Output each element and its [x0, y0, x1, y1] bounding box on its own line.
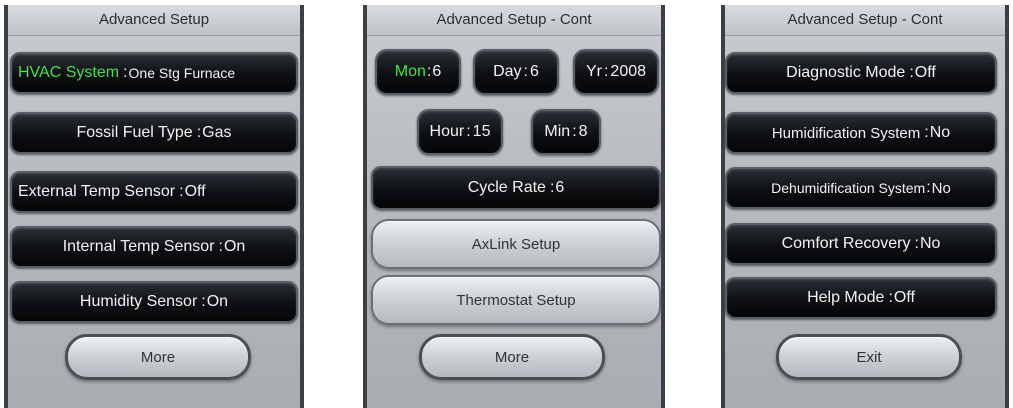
comfort-recovery-value: No	[919, 235, 941, 252]
day-field[interactable]: Day : 6	[473, 49, 559, 95]
cycle-rate-row[interactable]: Cycle Rate : 6	[371, 166, 661, 210]
separator: :	[572, 123, 577, 140]
diagnostic-mode-value: Off	[914, 64, 936, 81]
minute-field[interactable]: Min : 8	[531, 109, 601, 155]
fossil-fuel-type-value: Gas	[202, 124, 232, 141]
cycle-rate-label: Cycle Rate	[467, 179, 546, 196]
minute-label: Min	[544, 123, 571, 140]
fossil-fuel-type-row[interactable]: Fossil Fuel Type : Gas	[10, 112, 298, 154]
month-field[interactable]: Mon : 6	[375, 49, 461, 95]
humidification-system-row[interactable]: Humidification System : No	[725, 112, 997, 154]
hvac-system-label: HVAC System	[18, 64, 120, 81]
axlink-setup-button[interactable]: AxLink Setup	[371, 219, 661, 269]
external-temp-sensor-label: External Temp Sensor	[18, 183, 176, 200]
humidity-sensor-row[interactable]: Humidity Sensor : On	[10, 281, 298, 323]
help-mode-row[interactable]: Help Mode : Off	[725, 277, 997, 319]
dehumidification-system-value: No	[931, 179, 951, 197]
internal-temp-sensor-value: On	[223, 238, 246, 255]
internal-temp-sensor-label: Internal Temp Sensor	[62, 238, 215, 255]
humidity-sensor-value: On	[206, 293, 229, 310]
screen-title: Advanced Setup	[8, 5, 300, 36]
hour-value: 15	[472, 123, 491, 140]
screen-title: Advanced Setup - Cont	[367, 5, 661, 36]
diagnostic-mode-label: Diagnostic Mode	[786, 64, 906, 81]
year-field[interactable]: Yr : 2008	[573, 49, 659, 95]
separator: :	[196, 124, 202, 141]
hour-field[interactable]: Hour : 15	[417, 109, 503, 155]
hour-label: Hour	[429, 123, 465, 140]
separator: :	[466, 123, 471, 140]
help-mode-label: Help Mode	[807, 289, 885, 306]
separator: :	[201, 293, 206, 310]
more-button[interactable]: More	[65, 334, 251, 380]
separator: :	[603, 63, 609, 80]
separator: :	[909, 64, 914, 81]
separator: :	[549, 179, 555, 196]
day-value: 6	[530, 63, 539, 80]
hvac-system-value: One Stg Furnace	[128, 65, 236, 81]
humidity-sensor-label: Humidity Sensor	[79, 293, 198, 310]
year-value: 2008	[610, 63, 647, 80]
separator: :	[179, 183, 184, 200]
separator: :	[123, 64, 128, 81]
advanced-setup-cont-screen: Advanced Setup - Cont Mon : 6 Day : 6 Yr…	[363, 5, 665, 408]
dehumidification-system-label: Dehumidification System	[771, 180, 926, 196]
thermostat-setup-button[interactable]: Thermostat Setup	[371, 275, 661, 325]
separator: :	[914, 235, 919, 252]
humidification-system-value: No	[929, 124, 951, 141]
external-temp-sensor-row[interactable]: External Temp Sensor : Off	[10, 171, 298, 213]
comfort-recovery-label: Comfort Recovery	[781, 235, 911, 252]
separator: :	[888, 289, 893, 306]
separator: :	[426, 63, 432, 80]
comfort-recovery-row[interactable]: Comfort Recovery : No	[725, 223, 997, 265]
exit-button[interactable]: Exit	[776, 334, 962, 380]
fossil-fuel-type-label: Fossil Fuel Type	[76, 124, 193, 141]
internal-temp-sensor-row[interactable]: Internal Temp Sensor : On	[10, 226, 298, 268]
separator: :	[924, 124, 929, 141]
separator: :	[523, 63, 528, 80]
separator: :	[926, 179, 931, 196]
hvac-system-row[interactable]: HVAC System : One Stg Furnace	[10, 52, 298, 94]
humidification-system-label: Humidification System	[771, 124, 921, 142]
minute-value: 8	[578, 123, 588, 140]
advanced-setup-screen: Advanced Setup HVAC System : One Stg Fur…	[4, 5, 304, 408]
month-value: 6	[432, 63, 442, 80]
day-label: Day	[493, 63, 522, 80]
help-mode-value: Off	[893, 289, 915, 306]
more-button[interactable]: More	[419, 334, 605, 380]
advanced-setup-cont-2-screen: Advanced Setup - Cont Diagnostic Mode : …	[721, 5, 1009, 408]
external-temp-sensor-value: Off	[184, 183, 206, 200]
year-label: Yr	[585, 63, 602, 80]
diagnostic-mode-row[interactable]: Diagnostic Mode : Off	[725, 52, 997, 94]
dehumidification-system-row[interactable]: Dehumidification System : No	[725, 167, 997, 209]
screen-title: Advanced Setup - Cont	[725, 5, 1005, 36]
cycle-rate-value: 6	[555, 179, 565, 196]
month-label: Mon	[394, 63, 426, 80]
separator: :	[218, 238, 223, 255]
